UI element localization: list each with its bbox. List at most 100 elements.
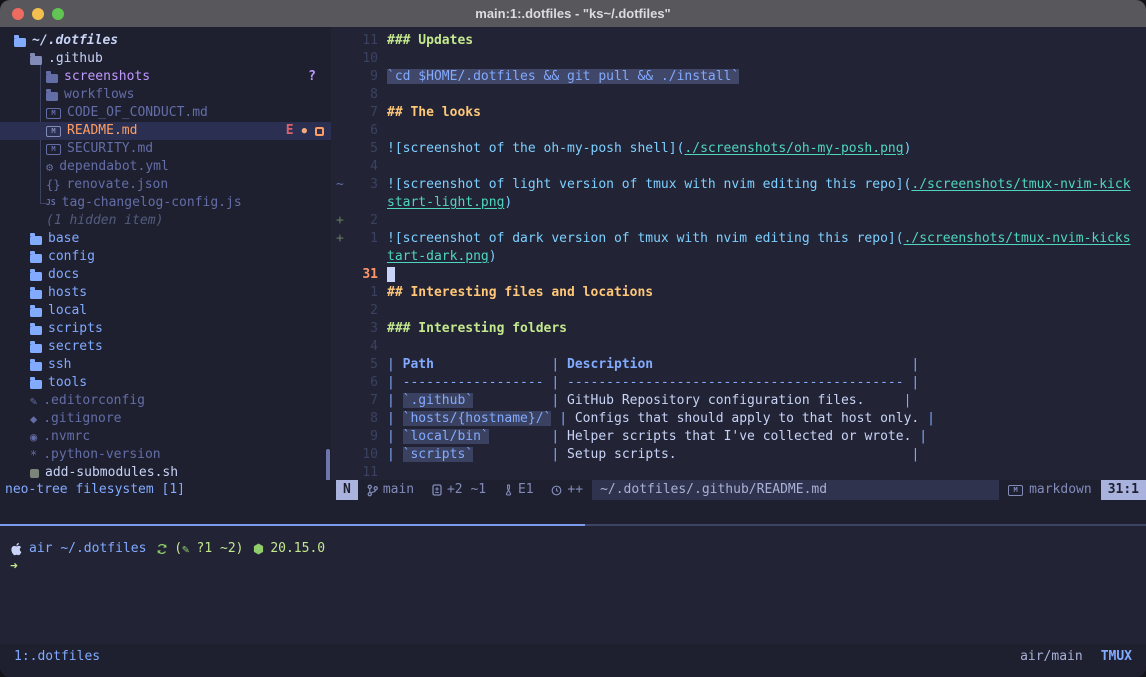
tree-item-add-submodules-sh[interactable]: add-submodules.sh bbox=[0, 464, 331, 480]
line-text: | `local/bin` | Helper scripts that I've… bbox=[387, 428, 927, 446]
tree-item-screenshots[interactable]: screenshots? bbox=[0, 68, 331, 86]
tree-item-renovate-json[interactable]: {}renovate.json bbox=[0, 176, 331, 194]
tree-item-label: config bbox=[48, 248, 95, 266]
tree-item-ssh[interactable]: ssh bbox=[0, 356, 331, 374]
shell-pane[interactable]: air ~/.dotfiles ( ✎ ?1 ~2 ) 20.15.0 ➜ bbox=[0, 526, 1146, 644]
editor-line[interactable]: 31 bbox=[331, 266, 1146, 284]
editor-line[interactable]: +1![screenshot of dark version of tmux w… bbox=[331, 230, 1146, 248]
line-text: | `scripts` | Setup scripts. | bbox=[387, 446, 919, 464]
editor-line[interactable]: +2 bbox=[331, 212, 1146, 230]
tree-item--editorconfig[interactable]: ✎.editorconfig bbox=[0, 392, 331, 410]
editor-line[interactable]: 11 bbox=[331, 464, 1146, 480]
gutter-sign bbox=[331, 122, 352, 140]
editor-line[interactable]: 4 bbox=[331, 338, 1146, 356]
code-span: ![screenshot of light version of tmux wi… bbox=[387, 177, 911, 192]
editor-line[interactable]: 9`cd $HOME/.dotfiles && git pull && ./in… bbox=[331, 68, 1146, 86]
code-span: Path bbox=[403, 357, 434, 372]
code-span: Description bbox=[567, 357, 653, 372]
code-span: | bbox=[387, 411, 403, 426]
minimize-button[interactable] bbox=[32, 8, 44, 20]
editor-line[interactable]: ~3![screenshot of light version of tmux … bbox=[331, 176, 1146, 194]
tree-item-label: .nvmrc bbox=[43, 428, 90, 446]
editor-line[interactable]: start-light.png) bbox=[331, 194, 1146, 212]
editor-line[interactable]: 7## The looks bbox=[331, 104, 1146, 122]
folder-icon bbox=[30, 344, 42, 353]
folder-icon bbox=[30, 308, 42, 317]
line-number: 2 bbox=[352, 302, 378, 320]
editor-line[interactable]: 6 bbox=[331, 122, 1146, 140]
clock-icon bbox=[551, 485, 562, 496]
editor-line[interactable]: 8 bbox=[331, 86, 1146, 104]
editor-line[interactable]: 5![screenshot of the oh-my-posh shell](.… bbox=[331, 140, 1146, 158]
tree-item-label: scripts bbox=[48, 320, 103, 338]
editor-line[interactable]: 1## Interesting files and locations bbox=[331, 284, 1146, 302]
editor-line[interactable]: 11### Updates bbox=[331, 32, 1146, 50]
editor-line[interactable]: 5| Path | Description | bbox=[331, 356, 1146, 374]
tree-item-label: README.md bbox=[67, 122, 137, 140]
git-unstaged-marker bbox=[315, 127, 324, 136]
editor-line[interactable]: 4 bbox=[331, 158, 1146, 176]
editor-line[interactable]: 3### Interesting folders bbox=[331, 320, 1146, 338]
tree-item-tools[interactable]: tools bbox=[0, 374, 331, 392]
editor-line[interactable]: 9| `local/bin` | Helper scripts that I'v… bbox=[331, 428, 1146, 446]
tree-item-security-md[interactable]: MSECURITY.md bbox=[0, 140, 331, 158]
gear-icon: ⚙ bbox=[46, 161, 53, 173]
tree-item-base[interactable]: base bbox=[0, 230, 331, 248]
gutter-sign bbox=[331, 410, 352, 428]
tree-item-dependabot-yml[interactable]: ⚙dependabot.yml bbox=[0, 158, 331, 176]
tree-item--gitignore[interactable]: ◆.gitignore bbox=[0, 410, 331, 428]
tree-item--1-hidden-item-[interactable]: (1 hidden item) bbox=[0, 212, 331, 230]
prompt-input-line[interactable]: ➜ bbox=[10, 558, 1146, 576]
editor-line[interactable]: 7| `.github` | GitHub Repository configu… bbox=[331, 392, 1146, 410]
gutter-sign bbox=[331, 446, 352, 464]
editor-line[interactable]: 2 bbox=[331, 302, 1146, 320]
tree-item--nvmrc[interactable]: ◉ .nvmrc bbox=[0, 428, 331, 446]
code-span: ./screenshots/tmux-nvim-kicks bbox=[904, 231, 1131, 246]
code-span: Setup scripts. bbox=[567, 447, 677, 462]
tree-item-tag-changelog-config-js[interactable]: JStag-changelog-config.js bbox=[0, 194, 331, 212]
cursor-block bbox=[387, 267, 395, 282]
tree-item-readme-md[interactable]: MREADME.mdE● bbox=[0, 122, 331, 140]
tree-item--python-version[interactable]: *.python-version bbox=[0, 446, 331, 464]
editor-line[interactable]: 10 bbox=[331, 50, 1146, 68]
gutter-sign bbox=[331, 140, 352, 158]
close-button[interactable] bbox=[12, 8, 24, 20]
branch-name: main bbox=[383, 480, 414, 500]
editor-line[interactable]: tart-dark.png) bbox=[331, 248, 1146, 266]
tree-item-hosts[interactable]: hosts bbox=[0, 284, 331, 302]
code-span: Configs that should apply to that host o… bbox=[575, 411, 919, 426]
tree-item-workflows[interactable]: workflows bbox=[0, 86, 331, 104]
code-span: Helper scripts that I've collected or wr… bbox=[567, 429, 911, 444]
line-text: ### Updates bbox=[387, 32, 473, 50]
tmux-window-tab[interactable]: 1:.dotfiles bbox=[14, 648, 100, 666]
tree-item-secrets[interactable]: secrets bbox=[0, 338, 331, 356]
circle-icon: ◉ bbox=[30, 431, 37, 443]
sidebar-scrollbar[interactable] bbox=[326, 449, 330, 480]
editor-line[interactable]: 8| `hosts/{hostname}/` | Configs that sh… bbox=[331, 410, 1146, 428]
code-span: | bbox=[927, 411, 935, 426]
tree-item-config[interactable]: config bbox=[0, 248, 331, 266]
shell-file-icon bbox=[30, 469, 39, 478]
tree-item-code-of-conduct-md[interactable]: MCODE_OF_CONDUCT.md bbox=[0, 104, 331, 122]
tree-item-local[interactable]: local bbox=[0, 302, 331, 320]
line-number: 10 bbox=[352, 446, 378, 464]
code-span bbox=[919, 411, 927, 426]
code-span bbox=[473, 447, 551, 462]
line-number: 4 bbox=[352, 338, 378, 356]
tree-item-scripts[interactable]: scripts bbox=[0, 320, 331, 338]
tmux-pane-border[interactable] bbox=[0, 524, 1146, 526]
gutter-sign bbox=[331, 266, 352, 284]
tree-item--github[interactable]: .github bbox=[0, 50, 331, 68]
editor-line[interactable]: 6| ------------------ | ----------------… bbox=[331, 374, 1146, 392]
modified-dot-marker: ● bbox=[302, 122, 307, 140]
code-span: | bbox=[551, 393, 567, 408]
git-branch-icon bbox=[367, 484, 378, 497]
tree-item-docs[interactable]: docs bbox=[0, 266, 331, 284]
prompt-line: air ~/.dotfiles ( ✎ ?1 ~2 ) 20.15.0 bbox=[10, 540, 1146, 558]
code-span: ### Interesting folders bbox=[387, 321, 567, 336]
editor-line[interactable]: 10 | `scripts` | Setup scripts. | bbox=[331, 446, 1146, 464]
neo-tree-sidebar: ~/.dotfiles.githubscreenshots?workflowsM… bbox=[0, 27, 331, 480]
tree-item--dotfiles[interactable]: ~/.dotfiles bbox=[0, 32, 331, 50]
gutter-sign bbox=[331, 320, 352, 338]
zoom-button[interactable] bbox=[52, 8, 64, 20]
